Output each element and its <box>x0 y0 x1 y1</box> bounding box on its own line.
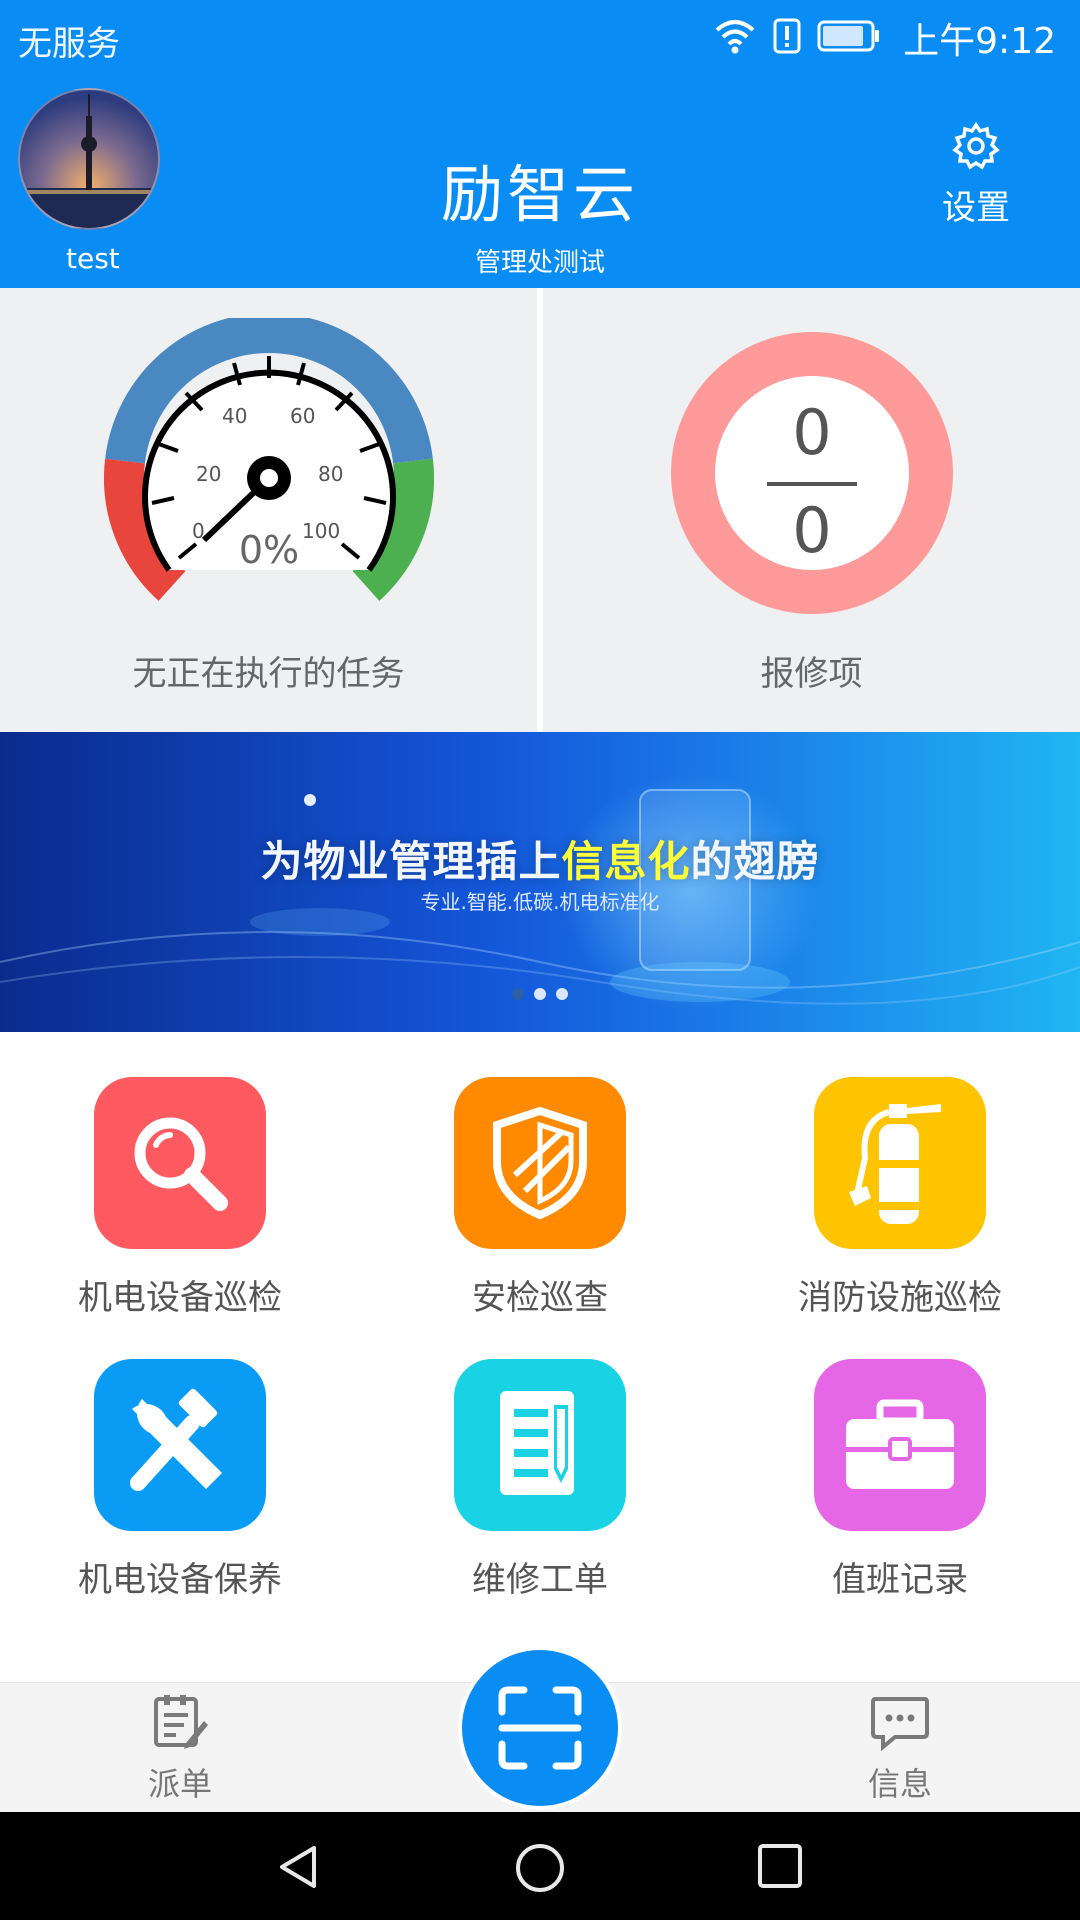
repair-label: 报修项 <box>760 654 863 694</box>
scan-button[interactable] <box>462 1650 618 1806</box>
gauge-tick-label: 40 <box>222 404 247 428</box>
grid-item-repair-orders[interactable]: 维修工单 <box>360 1314 720 1600</box>
recents-icon[interactable] <box>756 1842 804 1894</box>
grid-label: 消防设施巡检 <box>798 1278 1002 1318</box>
banner-title-suffix: 的翅膀 <box>690 837 820 886</box>
banner-title: 为物业管理插上信息化的翅膀 <box>0 828 1080 889</box>
gauge-tick-label: 60 <box>290 404 315 428</box>
grid-label: 机电设备保养 <box>78 1560 282 1600</box>
tile-bg <box>814 1359 986 1531</box>
banner-title-highlight: 信息化 <box>561 837 691 886</box>
banner-title-prefix: 为物业管理插上 <box>260 837 562 886</box>
task-gauge-panel[interactable]: 0 20 40 60 80 100 0% 无正在执行的任务 <box>0 288 537 732</box>
fraction-line <box>767 482 857 486</box>
clipboard-edit-icon <box>150 1695 210 1755</box>
shield-icon <box>493 1106 587 1220</box>
settings-label: 设置 <box>942 188 1010 228</box>
gauge-tick-label: 20 <box>196 462 221 486</box>
tile-bg <box>454 1359 626 1531</box>
grid-item-duty-records[interactable]: 值班记录 <box>720 1314 1080 1600</box>
back-icon[interactable] <box>274 1842 324 1896</box>
gauge-value: 0% <box>239 528 299 572</box>
status-time: 上午9:12 <box>903 21 1056 62</box>
banner-dot[interactable] <box>534 988 546 1000</box>
grid-item-safety-inspection[interactable]: 安检巡查 <box>360 1032 720 1318</box>
repair-ring: 0 0 <box>671 332 953 614</box>
tile-bg <box>814 1077 986 1249</box>
wifi-icon <box>713 16 757 60</box>
scan-icon <box>498 1686 582 1770</box>
nav-label: 派单 <box>147 1765 212 1803</box>
status-icons: 上午9:12 <box>713 12 1056 64</box>
search-icon <box>134 1117 228 1211</box>
nav-item-dispatch[interactable]: 派单 <box>90 1693 270 1805</box>
app-root: 无服务 上午9:12 test 励智云 管理处测试 设置 0 20 40 60 … <box>0 0 1080 1920</box>
banner-dot[interactable] <box>512 988 524 1000</box>
repair-panel[interactable]: 0 0 报修项 <box>543 288 1080 732</box>
app-subtitle: 管理处测试 <box>474 248 605 278</box>
home-icon[interactable] <box>514 1842 566 1898</box>
gear-icon <box>952 121 1000 174</box>
app-header: test 励智云 管理处测试 设置 <box>0 76 1080 288</box>
tile-bg <box>94 1359 266 1531</box>
repair-numerator: 0 <box>792 396 832 469</box>
settings-button[interactable]: 设置 <box>916 121 1036 232</box>
grid-label: 值班记录 <box>832 1560 968 1600</box>
repair-ring-inner: 0 0 <box>715 376 909 570</box>
alert-icon <box>773 16 801 60</box>
banner-pagination <box>0 988 1080 1000</box>
system-nav-bar <box>0 1812 1080 1920</box>
repair-denominator: 0 <box>792 494 832 567</box>
status-bar: 无服务 上午9:12 <box>0 0 1080 76</box>
gauge-tick-label: 80 <box>318 462 343 486</box>
grid-label: 安检巡查 <box>472 1278 608 1318</box>
grid-label: 机电设备巡检 <box>78 1278 282 1318</box>
banner-dot[interactable] <box>556 988 568 1000</box>
battery-icon <box>817 18 881 58</box>
stats-panel: 0 20 40 60 80 100 0% 无正在执行的任务 0 0 报修项 <box>0 288 1080 732</box>
task-gauge: 0 20 40 60 80 100 0% <box>104 313 434 622</box>
grid-item-fire-inspection[interactable]: 消防设施巡检 <box>720 1032 1080 1318</box>
grid-item-electromechanical-inspection[interactable]: 机电设备巡检 <box>0 1032 360 1318</box>
nav-item-messages[interactable]: 信息 <box>810 1693 990 1805</box>
tile-bg <box>94 1077 266 1249</box>
task-status-label: 无正在执行的任务 <box>132 654 405 694</box>
promo-banner[interactable]: 为物业管理插上信息化的翅膀 专业.智能.低碳.机电标准化 <box>0 732 1080 1032</box>
gauge-tick-label: 100 <box>302 519 340 543</box>
banner-subtitle: 专业.智能.低碳.机电标准化 <box>420 890 660 914</box>
grid-item-electromechanical-maintenance[interactable]: 机电设备保养 <box>0 1314 360 1600</box>
tile-bg <box>454 1077 626 1249</box>
fire-extinguisher-icon <box>849 1104 941 1224</box>
feature-grid: 机电设备巡检 安检巡查 消防设施巡检 机电设备保养 维修工单 值班记录 <box>0 1032 1080 1682</box>
nav-label: 信息 <box>867 1765 932 1803</box>
chat-bubble-icon <box>869 1697 931 1755</box>
tools-icon <box>130 1388 222 1491</box>
carrier-status: 无服务 <box>18 24 120 64</box>
gauge-tick-label: 0 <box>192 519 205 543</box>
document-icon <box>500 1391 574 1495</box>
briefcase-icon <box>846 1399 954 1489</box>
grid-label: 维修工单 <box>472 1560 608 1600</box>
